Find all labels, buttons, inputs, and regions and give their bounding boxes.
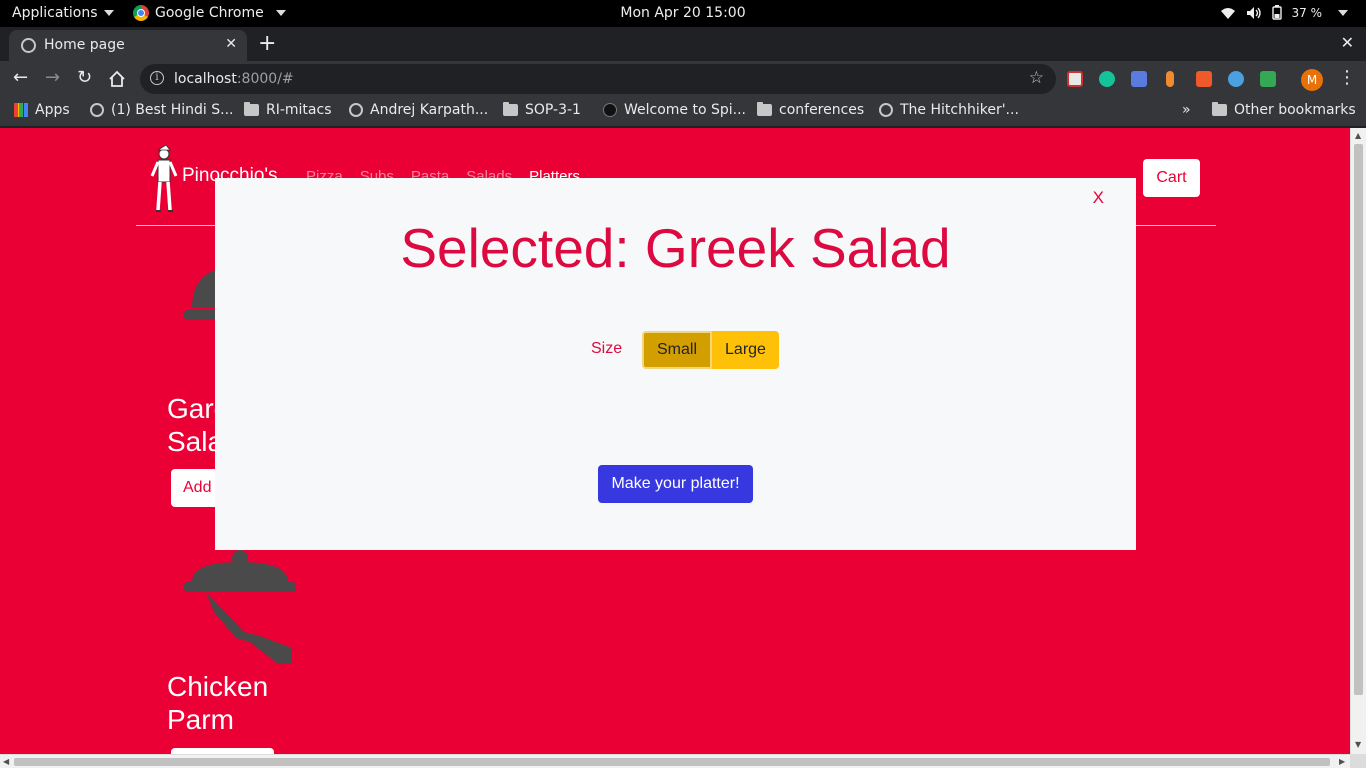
item-name-line: Parm <box>167 704 234 735</box>
browser-toolbar: ← → ↻ i localhost:8000/# ☆ M ⋮ <box>0 61 1366 97</box>
tab-strip: Home page ✕ + ✕ <box>0 27 1366 61</box>
bookmark-folder[interactable]: RI-mitacs <box>244 102 332 118</box>
extension-icon[interactable] <box>1196 71 1212 87</box>
bookmark-label: RI-mitacs <box>266 102 332 118</box>
tab-title: Home page <box>44 37 125 53</box>
bookmark-label: SOP-3-1 <box>525 102 581 118</box>
system-tray[interactable]: 37 % <box>1220 5 1348 20</box>
browser-app-menu[interactable]: Google Chrome <box>133 5 286 21</box>
battery-percentage: 37 % <box>1291 5 1323 20</box>
bookmark-label: Andrej Karpath... <box>370 102 489 118</box>
window-close-button[interactable]: ✕ <box>1341 33 1354 52</box>
url-host: localhost <box>174 71 237 87</box>
bookmark-item[interactable]: (1) Best Hindi S... <box>90 102 234 118</box>
make-platter-button[interactable]: Make your platter! <box>598 465 753 503</box>
scrollbar-thumb[interactable] <box>1354 144 1363 695</box>
bookmark-item[interactable]: The Hitchhiker'... <box>879 102 1019 118</box>
bookmark-item[interactable]: Welcome to Spi... <box>603 102 746 118</box>
folder-icon <box>244 102 259 116</box>
chevron-down-icon <box>1338 9 1348 16</box>
chrome-icon <box>133 5 149 21</box>
scrollbar-thumb[interactable] <box>14 758 1330 766</box>
vertical-scrollbar[interactable]: ▲ ▼ <box>1350 128 1366 754</box>
applications-menu[interactable]: Applications <box>12 5 114 21</box>
bookmark-label: The Hitchhiker'... <box>900 102 1019 118</box>
bookmark-label: (1) Best Hindi S... <box>111 102 234 118</box>
address-bar[interactable]: i localhost:8000/# ☆ <box>140 64 1056 94</box>
globe-icon <box>349 103 363 117</box>
apps-grid-icon <box>14 103 28 117</box>
applications-label: Applications <box>12 5 98 21</box>
bookmark-apps[interactable]: Apps <box>14 102 70 118</box>
reload-icon[interactable]: ↻ <box>77 67 92 88</box>
other-bookmarks[interactable]: Other bookmarks <box>1212 102 1356 118</box>
back-arrow-icon[interactable]: ← <box>13 67 28 88</box>
tab-close-icon[interactable]: ✕ <box>225 36 237 52</box>
bookmark-item[interactable]: Andrej Karpath... <box>349 102 488 118</box>
size-label: Size <box>591 340 623 357</box>
pinocchio-logo[interactable] <box>150 144 178 214</box>
bookmark-folder[interactable]: conferences <box>757 102 864 118</box>
bookmarks-bar: Apps (1) Best Hindi S... RI-mitacs Andre… <box>0 97 1366 127</box>
scrollbar-corner <box>1350 754 1366 768</box>
grammarly-icon[interactable] <box>1099 71 1115 87</box>
extension-icon[interactable] <box>1260 71 1276 87</box>
size-option-small[interactable]: Small <box>642 331 713 369</box>
extension-icon[interactable] <box>1228 71 1244 87</box>
bookmarks-overflow-button[interactable]: » <box>1182 102 1191 118</box>
bookmark-label: Welcome to Spi... <box>624 102 747 118</box>
modal-heading: Selected: Greek Salad <box>400 217 951 279</box>
size-button-group: Small Large <box>642 331 779 369</box>
chevron-down-icon <box>103 10 114 16</box>
item-name-line: Chicken <box>167 671 269 702</box>
system-top-bar: Applications Google Chrome Mon Apr 20 15… <box>0 0 1366 27</box>
extension-icon[interactable] <box>1166 71 1174 87</box>
spinning-up-icon <box>603 103 617 117</box>
extension-icon[interactable] <box>1067 71 1083 87</box>
menu-kebab-icon[interactable]: ⋮ <box>1338 67 1356 88</box>
browser-app-label: Google Chrome <box>155 5 264 21</box>
menu-item-name: Chicken Parm <box>167 670 268 736</box>
site-info-icon[interactable]: i <box>150 71 164 85</box>
globe-icon <box>21 38 36 53</box>
profile-avatar[interactable]: M <box>1301 69 1323 91</box>
scroll-up-icon[interactable]: ▲ <box>1355 131 1361 140</box>
folder-icon <box>1212 102 1227 116</box>
globe-icon <box>90 103 104 117</box>
forward-arrow-icon[interactable]: → <box>45 67 60 88</box>
size-option-large[interactable]: Large <box>712 331 779 369</box>
new-tab-button[interactable]: + <box>258 31 276 56</box>
scroll-down-icon[interactable]: ▼ <box>1355 740 1361 749</box>
globe-icon <box>879 103 893 117</box>
food-cloche-icon <box>184 550 296 664</box>
battery-icon <box>1271 5 1282 20</box>
cart-button[interactable]: Cart <box>1143 159 1200 197</box>
folder-icon <box>503 102 518 116</box>
chevron-down-icon <box>275 10 286 16</box>
platter-modal: X Selected: Greek Salad Size Small Large… <box>215 178 1136 550</box>
bookmark-label: conferences <box>779 102 865 118</box>
bookmark-label: Other bookmarks <box>1234 102 1356 118</box>
scroll-right-icon[interactable]: ▶ <box>1339 757 1345 766</box>
wifi-icon <box>1220 7 1235 19</box>
bookmark-folder[interactable]: SOP-3-1 <box>503 102 581 118</box>
page-viewport: Pinocchio's Pizza Subs Pasta Salads Plat… <box>0 128 1366 768</box>
modal-close-button[interactable]: X <box>1093 188 1104 208</box>
scroll-left-icon[interactable]: ◀ <box>3 757 9 766</box>
bookmark-star-icon[interactable]: ☆ <box>1029 68 1044 88</box>
home-icon[interactable] <box>108 70 126 88</box>
tab-home-page[interactable]: Home page ✕ <box>9 30 247 61</box>
horizontal-scrollbar[interactable]: ◀ ▶ <box>0 754 1350 768</box>
url-text[interactable]: localhost:8000/# <box>174 71 294 87</box>
bookmark-label: Apps <box>35 102 70 118</box>
translate-icon[interactable] <box>1131 71 1147 87</box>
volume-icon <box>1246 6 1261 19</box>
url-path: :8000/# <box>236 71 294 87</box>
folder-icon <box>757 102 772 116</box>
